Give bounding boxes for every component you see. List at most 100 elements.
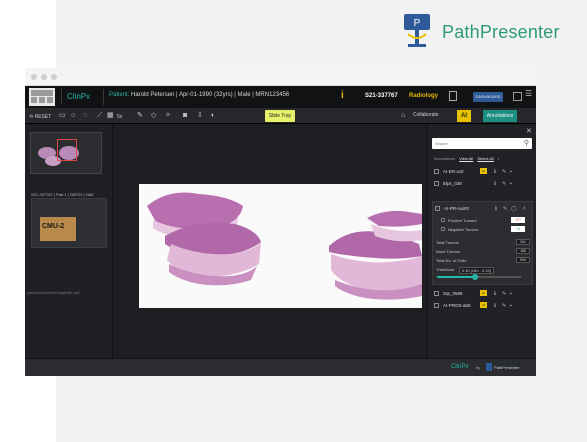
threshold-value[interactable]: 0.40 (Min : 0.33) [459, 267, 495, 274]
slide-tray-button[interactable]: Slide Tray [265, 110, 295, 122]
viewport-indicator [57, 139, 77, 161]
edit-icon[interactable]: ✎ [502, 181, 506, 187]
slide-image[interactable] [139, 184, 422, 308]
annotation-name: AI-PR-run#2 [444, 206, 470, 211]
total-tumors-label: Total Tumors [436, 240, 459, 245]
reset-label: RESET [34, 114, 52, 120]
total-cells-label: Total No. of Cells [436, 258, 467, 263]
pathpresenter-brand: P PathPresenter [398, 12, 578, 52]
search-icon: ⚲ [523, 140, 529, 147]
eraser-tool-icon[interactable]: ◇ [151, 111, 156, 121]
edit-icon[interactable]: ✎ [502, 169, 506, 175]
delete-icon[interactable]: ▪ [498, 156, 499, 161]
annotation-search-input[interactable]: Search ⚲ [432, 138, 532, 149]
annotation-checkbox[interactable] [434, 291, 439, 296]
view-all-link[interactable]: View All [459, 156, 473, 161]
slide-thumbnail[interactable] [30, 132, 102, 174]
contrast-tool-icon[interactable]: ◐ [211, 111, 215, 121]
case-number: S21-337767 [365, 93, 398, 99]
annotation-item[interactable]: Sqr_0596 AI ℹ ✎ ▪ [432, 289, 533, 299]
adjust-tool-icon[interactable]: ✧ [165, 111, 171, 121]
annotations-button[interactable]: Annotations [483, 110, 517, 122]
annotation-name: Sqr_0596 [443, 291, 463, 296]
department-label[interactable]: Radiology [409, 93, 438, 99]
patient-label: Patient: [109, 92, 130, 98]
total-tumors-value: 341 [516, 239, 530, 245]
slide-id: S21-337767 | Part 1 | DEF23 | H&E [31, 192, 94, 197]
threshold-label: Threshold [436, 267, 454, 272]
footer-clinpx: ClinPx [451, 364, 469, 370]
delete-icon[interactable]: ▪ [510, 291, 512, 297]
info-icon[interactable]: i [341, 90, 344, 101]
slide-label-card[interactable]: CMU-2 [31, 198, 107, 248]
none-tumors-label: None Tumors [436, 249, 461, 254]
footer-bar: ClinPx by PathPresenter [25, 358, 536, 376]
slide-tray-panel: S21-337767 | Part 1 | DEF23 | H&E CMU-2 … [25, 125, 113, 358]
grid-tool-icon[interactable]: ▦ [107, 111, 114, 121]
info-icon[interactable]: ℹ [494, 181, 496, 187]
annotation-checkbox[interactable] [435, 206, 440, 211]
rectangle-tool-icon[interactable]: ▭ [59, 111, 66, 121]
layout-icon[interactable] [513, 92, 522, 101]
annotation-item[interactable]: AI-ER-xx0 AI ℹ ✎ ▪ [432, 167, 533, 177]
annotations-header: Annotations View All Select All ▪ [434, 156, 499, 161]
negative-checkbox[interactable] [441, 227, 445, 231]
document-icon[interactable] [449, 91, 457, 101]
logo-placeholder [29, 88, 55, 106]
delete-icon[interactable]: ▪ [510, 303, 512, 309]
positive-checkbox[interactable] [441, 218, 445, 222]
annotations-header-label: Annotations [434, 156, 456, 161]
annotation-checkbox[interactable] [434, 181, 439, 186]
annotation-item[interactable]: Elps_038 ℹ ✎ ▪ [432, 179, 533, 189]
microscope-logo-icon: P [404, 14, 430, 47]
collaborate-button[interactable]: Collaborate [413, 112, 439, 118]
ellipse-tool-icon[interactable]: ○ [71, 111, 75, 121]
patient-info: Patient: Harold Petersen | Apr-01-1990 (… [109, 92, 289, 98]
annotation-item[interactable]: AI-PROS-ab0 AI ℹ ✎ ▪ [432, 301, 533, 311]
info-icon[interactable]: ℹ [494, 291, 496, 297]
bookmark-icon[interactable]: ⌂ [401, 111, 405, 121]
visibility-icon[interactable]: ◯ [511, 206, 517, 212]
edit-icon[interactable]: ✎ [502, 291, 506, 297]
annotation-details-panel: AI-PR-run#2 ℹ ✎ ◯ ˄ Positive Tumors 177 … [432, 201, 533, 285]
annotation-name: AI-PROS-ab0 [443, 303, 471, 308]
total-cells-value: 509 [516, 257, 530, 263]
chevron-up-icon[interactable]: ˄ [523, 206, 526, 212]
info-icon[interactable]: ℹ [494, 169, 496, 175]
close-icon[interactable]: ✕ [526, 127, 532, 135]
dashboard-button[interactable]: DASHBOARD [473, 92, 503, 102]
select-all-link[interactable]: Select All [477, 156, 493, 161]
window-dot[interactable] [41, 74, 47, 80]
menu-icon[interactable]: ☰ [525, 89, 534, 98]
pencil-tool-icon[interactable]: ✎ [137, 111, 143, 121]
zoom-select[interactable]: 5x [117, 112, 122, 122]
window-dot[interactable] [51, 74, 57, 80]
delete-icon[interactable]: ▪ [510, 169, 512, 175]
viewer-toolbar: ⟲ RESET ▭ ○ ◌ ⟋ ▦ 5x ✎ ◇ ✧ ◙ ⇩ ◐ Slide T… [25, 108, 536, 124]
info-icon[interactable]: ℹ [495, 206, 497, 212]
camera-tool-icon[interactable]: ◙ [183, 111, 187, 121]
slider-handle[interactable] [471, 274, 478, 280]
window-dot[interactable] [31, 74, 37, 80]
annotations-panel: ✕ Search ⚲ Annotations View All Select A… [427, 125, 536, 358]
delete-icon[interactable]: ▪ [510, 181, 512, 187]
info-icon[interactable]: ℹ [494, 303, 496, 309]
ai-button[interactable]: AI [457, 110, 471, 122]
annotation-item[interactable]: AI-PR-run#2 ℹ ✎ ◯ ˄ [433, 204, 532, 214]
annotation-checkbox[interactable] [434, 169, 439, 174]
threshold-slider[interactable] [437, 274, 521, 280]
slide-viewer[interactable] [114, 125, 427, 358]
ruler-tool-icon[interactable]: ⟋ [97, 111, 102, 121]
edit-icon[interactable]: ✎ [502, 303, 506, 309]
window-chrome [25, 68, 536, 86]
edit-icon[interactable]: ✎ [503, 206, 507, 212]
download-tool-icon[interactable]: ⇩ [197, 111, 203, 121]
comment-tool-icon[interactable]: ◌ [83, 111, 87, 121]
reset-button[interactable]: ⟲ RESET [29, 112, 51, 122]
svg-text:P: P [414, 18, 421, 29]
annotation-name: AI-ER-xx0 [443, 169, 464, 174]
ai-badge-icon: AI [480, 302, 487, 308]
tissue-image [147, 192, 422, 300]
positive-label: Positive Tumors [448, 218, 477, 223]
annotation-checkbox[interactable] [434, 303, 439, 308]
